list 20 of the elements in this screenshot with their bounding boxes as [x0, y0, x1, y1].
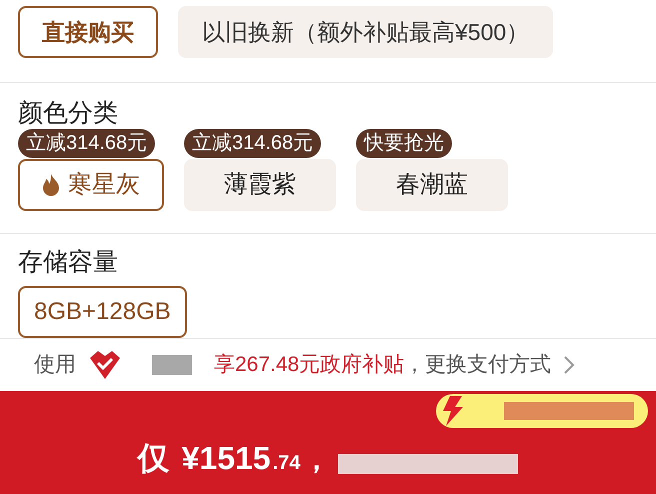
variant-option[interactable]: 寒星灰 — [18, 159, 164, 211]
purchase-option[interactable]: 直接购买 — [18, 6, 158, 58]
mosaic-patch — [152, 355, 192, 375]
variant-option[interactable]: 8GB+128GB — [18, 286, 187, 338]
heart-check-icon — [88, 350, 122, 380]
checkout-bar[interactable]: 仅 ¥1515.74， — [0, 391, 656, 494]
section-title: 颜色分类 — [18, 98, 119, 129]
variant-option[interactable]: 春潮蓝 — [356, 159, 508, 211]
discount-tag: 快要抢光 — [356, 129, 452, 158]
payment-label: 使用 — [34, 352, 76, 378]
flame-icon — [42, 174, 60, 196]
price-text: 仅 ¥1515.74， — [138, 438, 330, 478]
payment-hint[interactable]: 享267.48元政府补贴，更换支付方式 — [214, 349, 552, 381]
purchase-option[interactable]: 以旧换新（额外补贴最高¥500） — [178, 6, 554, 58]
lightning-icon — [442, 396, 464, 426]
variant-option[interactable]: 薄霞紫 — [184, 159, 336, 211]
discount-tag: 立减314.68元 — [18, 129, 156, 158]
discount-tag: 立减314.68元 — [184, 129, 322, 158]
chevron-right-icon[interactable] — [563, 355, 576, 375]
section-title: 存储容量 — [18, 247, 119, 278]
